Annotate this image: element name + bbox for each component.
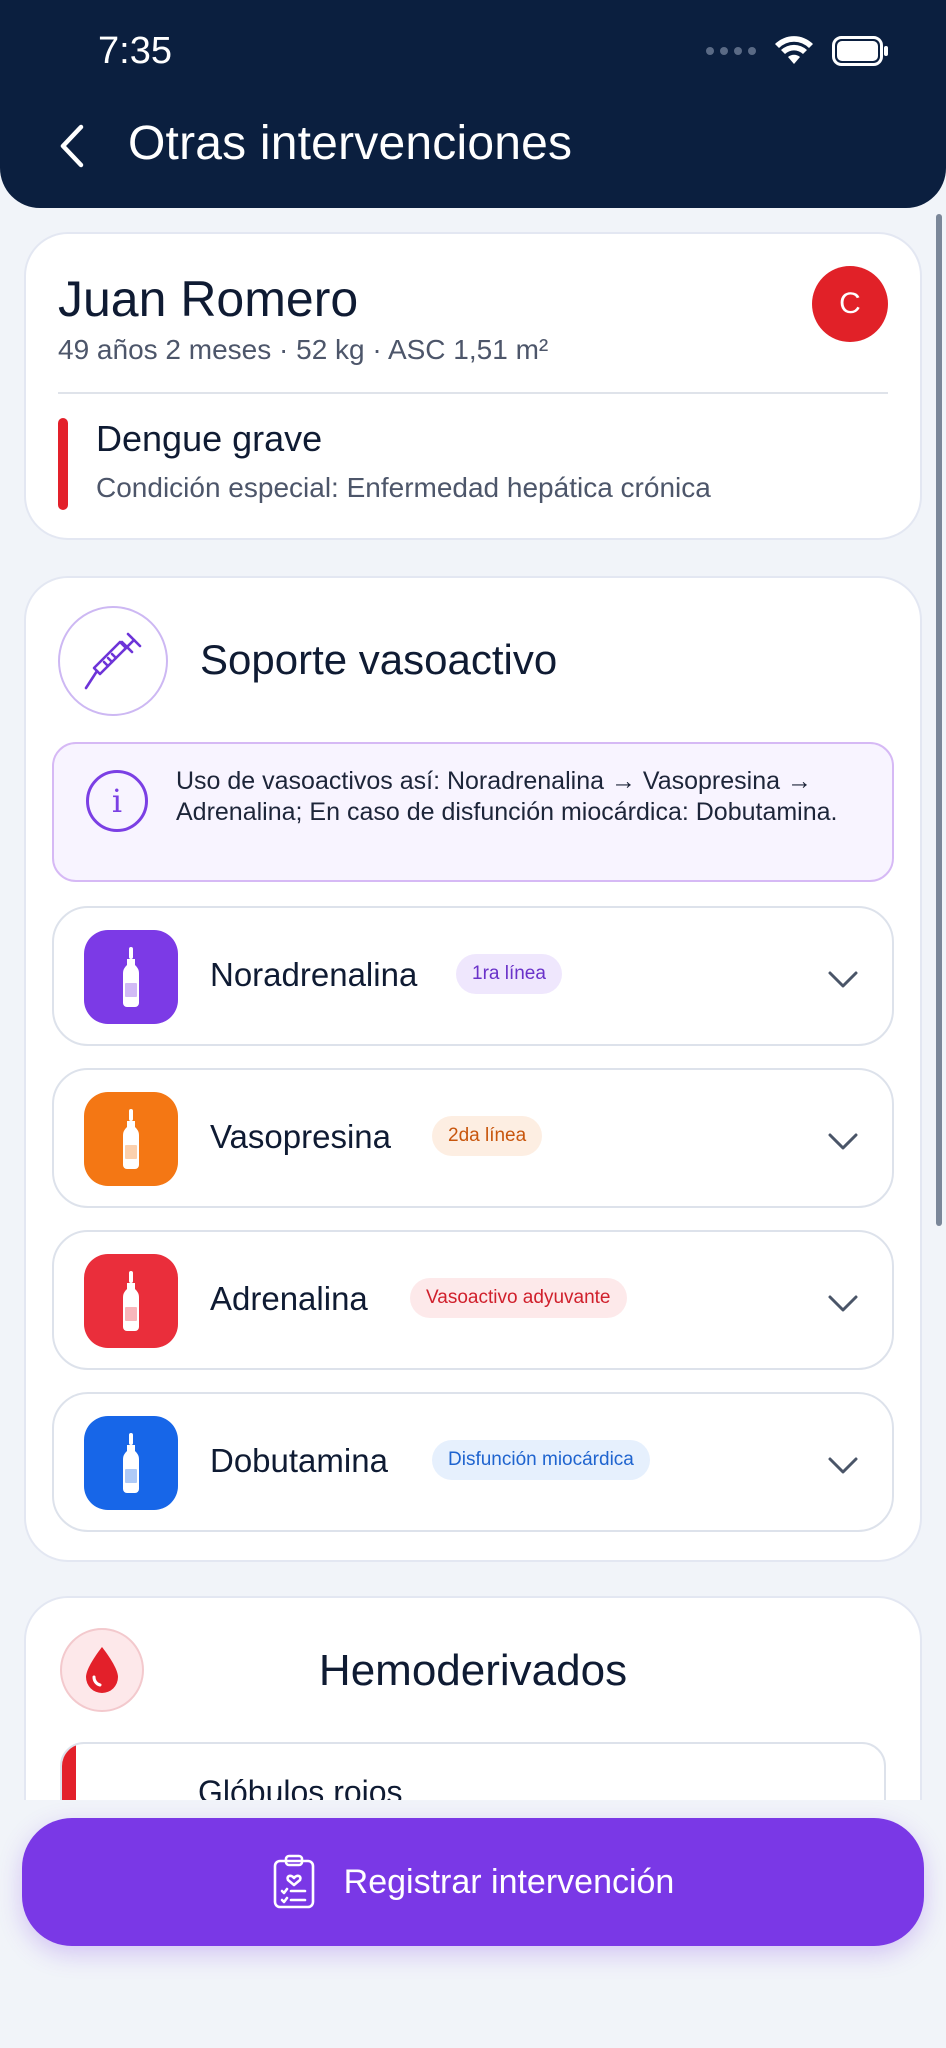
register-intervention-button[interactable]: Registrar intervención: [22, 1818, 924, 1946]
info-box: i Uso de vasoactivos así: Noradrenalina …: [52, 742, 894, 882]
info-text: Uso de vasoactivos así: Noradrenalina → …: [176, 767, 838, 826]
ampoule-icon: [84, 930, 178, 1024]
chevron-down-icon[interactable]: [826, 962, 860, 996]
ampoule-icon: [84, 1416, 178, 1510]
special-condition: Condición especial: Enfermedad hepática …: [96, 472, 711, 503]
page-title: Otras intervenciones: [128, 117, 573, 170]
vasoactive-card: Soporte vasoactivo i Uso de vasoactivos …: [24, 576, 922, 1562]
chevron-down-icon[interactable]: [826, 1286, 860, 1320]
register-intervention-label: Registrar intervención: [343, 1862, 675, 1901]
drug-row-vasopresina[interactable]: Vasopresina 2da línea: [52, 1068, 894, 1208]
drug-name: Adrenalina: [210, 1280, 368, 1317]
patient-meta: 49 años 2 meses · 52 kg · ASC 1,51 m²: [58, 334, 549, 365]
diagnosis-title: Dengue grave: [96, 418, 323, 459]
back-button[interactable]: [48, 118, 96, 174]
drug-line-badge: 2da línea: [432, 1116, 543, 1156]
back-arrow-icon: [60, 124, 84, 168]
diagnosis-accent-bar: [58, 418, 68, 510]
drug-name: Noradrenalina: [210, 956, 418, 993]
clipboard-icon: [273, 1854, 314, 1909]
section-title: Soporte vasoactivo: [200, 636, 558, 683]
drug-name: Vasopresina: [210, 1118, 392, 1155]
ampoule-icon: [84, 1092, 178, 1186]
drug-line-badge: 1ra línea: [456, 954, 562, 994]
syringe-icon-container: [58, 606, 168, 716]
status-time: 7:35: [98, 30, 172, 72]
divider: [58, 392, 888, 394]
app-header: 7:35 Otras intervenciones: [0, 0, 946, 208]
battery-icon: [832, 36, 888, 66]
drug-line-badge: Disfunción miocárdica: [432, 1440, 650, 1480]
syringe-icon: [84, 632, 142, 690]
avatar[interactable]: C: [812, 266, 888, 342]
wifi-icon: [775, 36, 813, 64]
drug-name: Dobutamina: [210, 1442, 388, 1479]
signal-dots-icon: [706, 47, 756, 55]
info-icon: i: [86, 770, 148, 832]
section-title: Hemoderivados: [318, 1646, 628, 1695]
patient-name: Juan Romero: [58, 271, 359, 327]
chevron-down-icon[interactable]: [826, 1124, 860, 1158]
drug-row-noradrenalina[interactable]: Noradrenalina 1ra línea: [52, 906, 894, 1046]
status-icons: [706, 36, 890, 66]
drug-row-dobutamina[interactable]: Dobutamina Disfunción miocárdica: [52, 1392, 894, 1532]
drug-line-badge: Vasoactivo adyuvante: [410, 1278, 627, 1318]
chevron-down-icon[interactable]: [826, 1448, 860, 1482]
patient-card: Juan Romero 49 años 2 meses · 52 kg · AS…: [24, 232, 922, 540]
scrollbar[interactable]: [936, 214, 942, 1226]
drug-row-adrenalina[interactable]: Adrenalina Vasoactivo adyuvante: [52, 1230, 894, 1370]
ampoule-icon: [84, 1254, 178, 1348]
